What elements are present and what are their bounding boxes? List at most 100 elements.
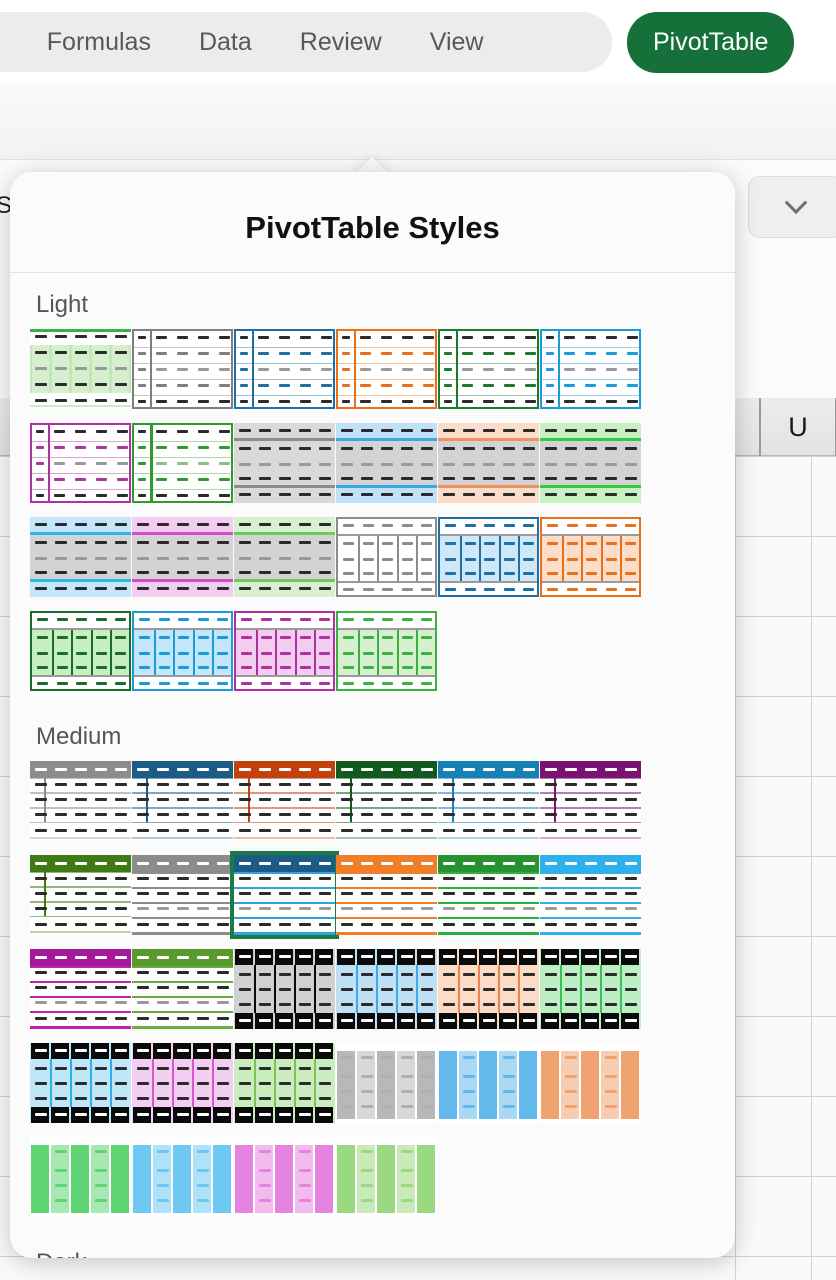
style-thumbnail[interactable] <box>438 761 539 841</box>
style-thumbnail-inner <box>132 1137 233 1217</box>
style-thumbnail-table <box>132 611 233 691</box>
style-thumbnail[interactable] <box>540 329 641 409</box>
style-thumbnail[interactable] <box>132 611 233 691</box>
style-thumbnail[interactable] <box>438 1043 539 1123</box>
style-thumbnail[interactable] <box>336 1043 437 1123</box>
style-thumbnail[interactable] <box>234 761 335 841</box>
style-thumbnail[interactable] <box>336 423 437 503</box>
style-thumbnail[interactable] <box>30 611 131 691</box>
style-thumbnail-table <box>438 1043 539 1123</box>
popover-title: PivotTable Styles <box>245 210 500 245</box>
style-thumbnail[interactable] <box>234 1043 335 1123</box>
ribbon-tab-review[interactable]: Review <box>276 28 406 57</box>
ribbon-tab-strip: outFormulasDataReviewView PivotTable <box>0 0 836 83</box>
style-thumbnail[interactable] <box>132 1043 233 1123</box>
column-header-u[interactable]: U <box>760 398 836 456</box>
style-thumbnail[interactable] <box>30 423 131 503</box>
style-thumbnail[interactable] <box>336 1137 437 1217</box>
style-thumbnail-table <box>540 517 641 597</box>
style-thumbnail[interactable] <box>540 761 641 841</box>
style-thumbnail[interactable] <box>540 517 641 597</box>
style-thumbnail-table <box>132 329 233 409</box>
style-thumbnail[interactable] <box>336 329 437 409</box>
style-thumbnail[interactable] <box>30 1137 131 1217</box>
style-thumbnail-inner <box>30 517 131 597</box>
style-thumbnail-inner <box>438 761 539 841</box>
style-thumbnail-inner <box>336 329 437 409</box>
style-thumbnail[interactable] <box>234 949 335 1029</box>
excel-window: U outFormulasDataReviewView PivotTable S… <box>0 0 836 1280</box>
ribbon-tab-view[interactable]: View <box>406 28 508 57</box>
style-thumbnail[interactable] <box>438 949 539 1029</box>
style-thumbnail[interactable] <box>336 517 437 597</box>
style-thumbnail[interactable] <box>336 949 437 1029</box>
style-thumbnail[interactable] <box>234 423 335 503</box>
style-thumbnail[interactable] <box>132 761 233 841</box>
style-thumbnail[interactable] <box>30 517 131 597</box>
style-thumbnail-inner <box>30 1137 131 1217</box>
style-thumbnail[interactable] <box>336 761 437 841</box>
style-thumbnail-table <box>132 423 233 503</box>
style-thumbnail-table <box>30 1043 131 1123</box>
style-thumbnail[interactable] <box>30 1043 131 1123</box>
style-thumbnail-table <box>132 1043 233 1123</box>
ribbon-tabs-pill: outFormulasDataReviewView <box>0 12 612 72</box>
style-thumbnail[interactable] <box>132 1137 233 1217</box>
ribbon-tab-formulas[interactable]: Formulas <box>23 28 175 57</box>
style-thumbnail[interactable] <box>132 517 233 597</box>
style-thumbnail[interactable] <box>234 517 335 597</box>
style-thumbnail-table <box>336 855 437 935</box>
style-thumbnail[interactable] <box>438 855 539 935</box>
style-thumbnail-table <box>30 1137 131 1217</box>
ribbon-tab-out[interactable]: out <box>0 28 23 57</box>
style-thumbnail[interactable] <box>540 423 641 503</box>
style-thumbnail[interactable] <box>540 949 641 1029</box>
style-thumbnail-inner <box>132 611 233 691</box>
style-thumbnail[interactable] <box>234 329 335 409</box>
style-thumbnail[interactable] <box>132 423 233 503</box>
column-header-prev[interactable] <box>735 398 760 456</box>
style-thumbnail-inner <box>234 761 335 841</box>
style-thumbnail-table <box>336 1043 437 1123</box>
style-thumbnail-table <box>30 517 131 597</box>
style-thumbnail-inner <box>234 1137 335 1217</box>
style-thumbnail-table <box>132 949 233 1029</box>
style-thumbnail-inner <box>438 1043 539 1123</box>
style-thumbnail[interactable] <box>234 1137 335 1217</box>
style-thumbnail-table <box>336 517 437 597</box>
style-thumbnail-inner <box>234 855 335 935</box>
ribbon-tab-data[interactable]: Data <box>175 28 276 57</box>
style-thumbnail-table <box>30 761 131 841</box>
style-thumbnail[interactable] <box>30 761 131 841</box>
style-thumbnail[interactable] <box>30 949 131 1029</box>
style-thumbnail[interactable] <box>438 329 539 409</box>
style-thumbnail[interactable] <box>336 855 437 935</box>
style-thumbnail-table <box>438 517 539 597</box>
style-thumbnail[interactable] <box>132 329 233 409</box>
style-thumbnail-table <box>540 329 641 409</box>
style-thumbnail-inner <box>336 611 437 691</box>
style-thumbnail[interactable] <box>234 611 335 691</box>
style-thumbnail[interactable] <box>438 517 539 597</box>
style-thumbnail[interactable] <box>540 1043 641 1123</box>
style-thumbnail[interactable] <box>230 851 339 939</box>
style-thumbnail-inner <box>234 329 335 409</box>
style-thumbnail[interactable] <box>132 855 233 935</box>
style-thumbnail[interactable] <box>30 329 131 409</box>
style-thumbnail-table <box>336 949 437 1029</box>
style-thumbnail[interactable] <box>540 855 641 935</box>
style-thumbnail-table <box>132 761 233 841</box>
style-thumbnail[interactable] <box>30 855 131 935</box>
style-thumbnail[interactable] <box>336 611 437 691</box>
style-thumbnail[interactable] <box>132 949 233 1029</box>
style-thumbnail-inner <box>30 329 131 409</box>
style-thumbnail[interactable] <box>438 423 539 503</box>
style-thumbnail-inner <box>336 855 437 935</box>
sheet-collapse-button[interactable] <box>748 176 836 238</box>
style-thumbnail-table <box>132 1137 233 1217</box>
tab-pivottable[interactable]: PivotTable <box>627 12 795 73</box>
tab-pivottable-label: PivotTable <box>653 28 769 56</box>
style-thumbnail-inner <box>132 1043 233 1123</box>
style-thumbnail-table <box>234 329 335 409</box>
style-thumbnail-table <box>234 423 335 503</box>
